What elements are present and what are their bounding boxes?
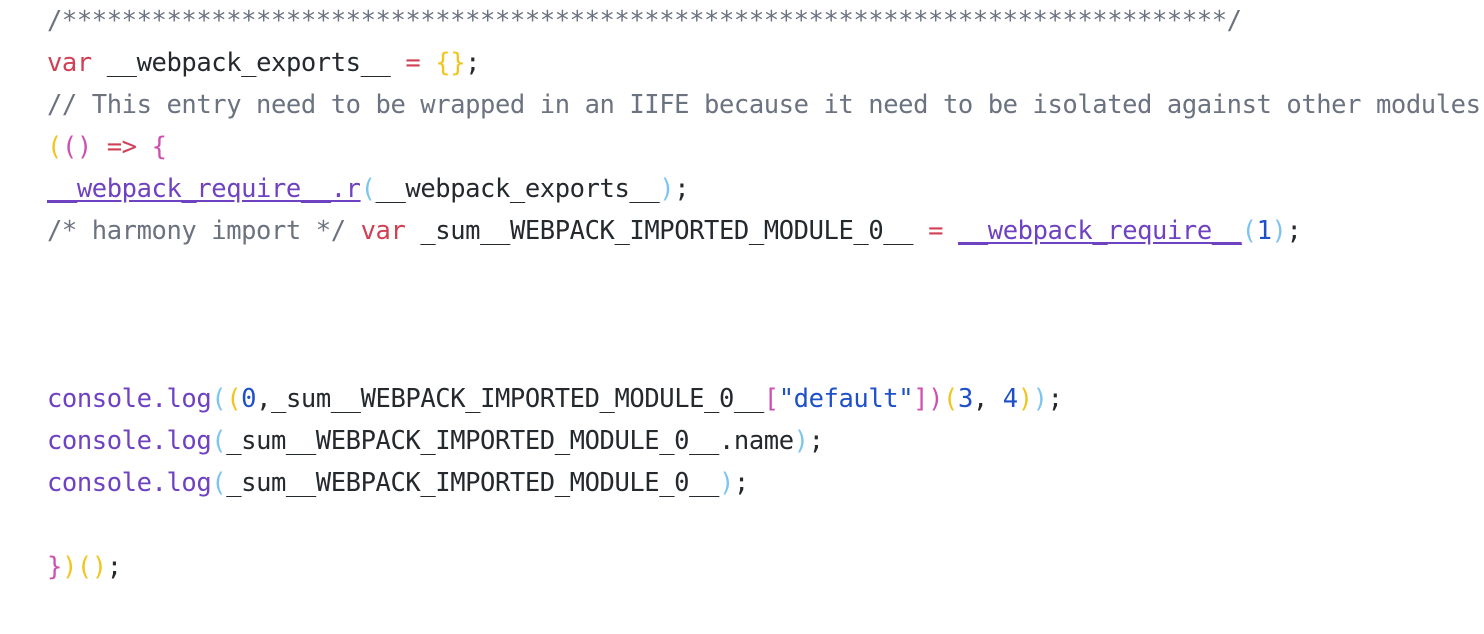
token-punct: ; [1286, 216, 1302, 246]
token-punct: ; [465, 48, 481, 78]
token-punct: ; [1047, 384, 1063, 414]
code-lines-container[interactable]: /***************************************… [47, 0, 1484, 588]
token-punct: , [256, 384, 272, 414]
token-paren-b: ) [659, 174, 675, 204]
token-punct: ; [808, 426, 824, 456]
token-brace-y: {} [435, 48, 466, 78]
token-paren-y: ) [61, 552, 77, 582]
line-4-iife-open: (() => { [47, 126, 1484, 168]
token-number: 4 [1002, 384, 1018, 414]
line-10-console-log-default-call: console.log((0,_sum__WEBPACK_IMPORTED_MO… [47, 378, 1484, 420]
token-paren-b: ( [211, 426, 227, 456]
token-paren-b: ) [718, 468, 734, 498]
token-paren-y: () [76, 552, 107, 582]
token-paren-b: ( [211, 468, 227, 498]
token-func: console.log [47, 426, 212, 456]
line-13-blank: ​ [47, 504, 1484, 546]
token-punct: , [972, 384, 988, 414]
token-func: console.log [47, 384, 212, 414]
token-paren-b: ( [211, 384, 227, 414]
token-plain: _sum__WEBPACK_IMPORTED_MODULE_0__.name [226, 426, 794, 456]
line-1-banner-comment: /***************************************… [47, 0, 1484, 42]
token-string: "default" [778, 384, 914, 414]
token-number: 0 [241, 384, 257, 414]
line-7-blank: ​ [47, 252, 1484, 294]
token-number: 1 [1256, 216, 1272, 246]
token-paren-y: ( [943, 384, 958, 414]
token-brace-m: { [151, 132, 167, 162]
token-plain: __webpack_exports__ [375, 174, 660, 204]
line-11-console-log-name: console.log(_sum__WEBPACK_IMPORTED_MODUL… [47, 420, 1484, 462]
token-module: __webpack_require__.r [47, 174, 361, 204]
token-bracket-m: [ [763, 384, 779, 414]
token-paren-b: ) [793, 426, 809, 456]
token-paren-y: ( [226, 384, 242, 414]
token-comment: // This entry need to be wrapped in an I… [47, 90, 1481, 120]
token-module: __webpack_require__ [957, 216, 1242, 246]
line-6-harmony-import: /* harmony import */ var _sum__WEBPACK_I… [47, 210, 1484, 252]
token-func: console.log [47, 468, 212, 498]
token-operator: = [405, 48, 421, 78]
code-viewer[interactable]: /***************************************… [0, 0, 1484, 634]
token-punct: ; [674, 174, 690, 204]
token-paren-b: ) [1032, 384, 1048, 414]
token-punct: ; [106, 552, 122, 582]
token-paren-b: ) [1271, 216, 1287, 246]
token-paren-m: ) [928, 384, 944, 414]
token-plain: _sum__WEBPACK_IMPORTED_MODULE_0__ [226, 468, 719, 498]
token-paren-b: ( [1241, 216, 1257, 246]
token-bracket-m: ] [913, 384, 929, 414]
token-operator: = [928, 216, 943, 246]
line-14-iife-close: })(); [47, 546, 1484, 588]
token-paren-b: ( [360, 174, 376, 204]
token-plain: _sum__WEBPACK_IMPORTED_MODULE_0__ [420, 216, 914, 246]
token-plain: _sum__WEBPACK_IMPORTED_MODULE_0__ [271, 384, 764, 414]
token-comment: /***************************************… [47, 6, 1242, 36]
token-operator: => [106, 132, 137, 162]
token-paren-y: ( [47, 132, 62, 162]
line-2-webpack-exports-decl: var __webpack_exports__ = {}; [47, 42, 1484, 84]
token-keyword: var [360, 216, 406, 246]
token-brace-m: } [47, 552, 62, 582]
line-9-blank: ​ [47, 336, 1484, 378]
line-5-require-r: __webpack_require__.r(__webpack_exports_… [47, 168, 1484, 210]
line-3-iife-comment: // This entry need to be wrapped in an I… [47, 84, 1484, 126]
line-12-console-log-module: console.log(_sum__WEBPACK_IMPORTED_MODUL… [47, 462, 1484, 504]
token-paren-m: () [61, 132, 92, 162]
token-plain: __webpack_exports__ [106, 48, 391, 78]
line-8-blank: ​ [47, 294, 1484, 336]
token-keyword: var [47, 48, 92, 78]
token-paren-y: ) [1017, 384, 1033, 414]
token-number: 3 [957, 384, 973, 414]
token-punct: ; [733, 468, 749, 498]
token-comment: /* harmony import */ [47, 216, 346, 246]
